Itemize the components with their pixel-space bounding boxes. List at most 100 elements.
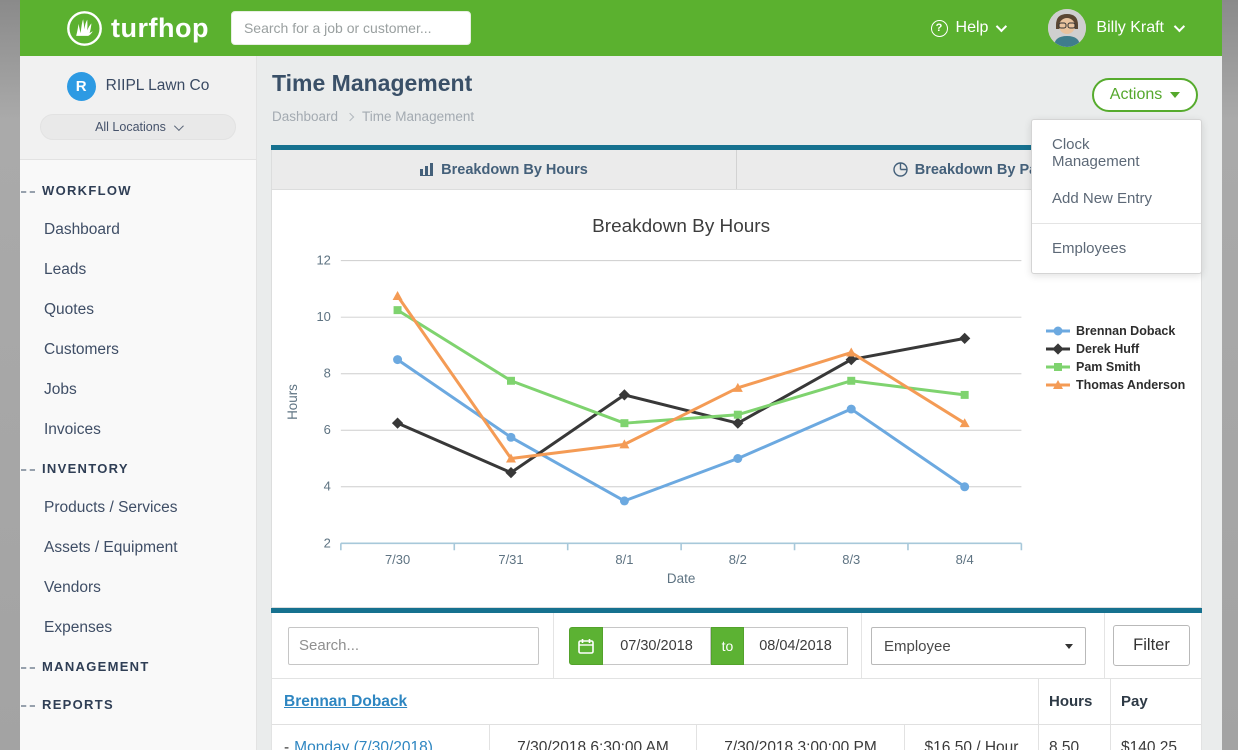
legend-item-pam-smith[interactable]: Pam Smith	[1046, 358, 1185, 376]
date-to-label: to	[711, 627, 744, 665]
time-entries-table: Brennan Doback Hours Pay - Monday (7/30/…	[271, 679, 1202, 750]
org-name: RIIPL Lawn Co	[106, 77, 210, 95]
menu-divider	[1032, 223, 1201, 224]
section-dash-icon	[21, 191, 35, 193]
calendar-button[interactable]	[569, 627, 603, 665]
sidebar-item-assets-equipment[interactable]: Assets / Equipment	[20, 528, 256, 568]
filter-button[interactable]: Filter	[1113, 625, 1190, 666]
sidebar-item-customers[interactable]: Customers	[20, 330, 256, 370]
sidebar-section-management[interactable]: MANAGEMENT	[20, 648, 256, 686]
triangle-marker-icon	[1046, 379, 1070, 391]
chevron-down-icon	[174, 121, 184, 131]
chevron-down-icon	[1174, 21, 1185, 32]
grass-logo-icon	[66, 10, 103, 47]
svg-text:7/30: 7/30	[385, 552, 410, 567]
avatar	[1048, 9, 1086, 47]
hours-cell: 8.50	[1038, 725, 1110, 750]
divider	[1104, 613, 1105, 678]
tab-breakdown-by-hours[interactable]: Breakdown By Hours	[272, 150, 736, 189]
user-menu[interactable]: Billy Kraft	[1048, 9, 1182, 47]
chart-legend: Brennan Doback Derek Huff Pam Smith Thomas …	[1046, 322, 1185, 394]
actions-button[interactable]: Actions	[1092, 78, 1198, 112]
sidebar-section-label: WORKFLOW	[42, 183, 132, 198]
sidebar-item-vendors[interactable]: Vendors	[20, 568, 256, 608]
chevron-right-icon	[346, 112, 354, 120]
top-navbar: turfhop ? Help	[20, 0, 1222, 56]
date-to-input[interactable]	[744, 627, 848, 665]
pie-chart-icon	[893, 162, 908, 177]
sidebar-item-invoices[interactable]: Invoices	[20, 410, 256, 450]
date-range-group: to	[569, 627, 848, 665]
clock-out-cell: 7/30/2018 3:00:00 PM	[696, 725, 904, 750]
global-search-input[interactable]	[231, 11, 471, 45]
sidebar-item-expenses[interactable]: Expenses	[20, 608, 256, 648]
pay-cell: $140.25	[1110, 725, 1203, 750]
menu-item-add-new-entry[interactable]: Add New Entry	[1032, 180, 1201, 217]
sidebar-item-jobs[interactable]: Jobs	[20, 370, 256, 410]
date-from-input[interactable]	[603, 627, 711, 665]
main-content: Time Management Dashboard Time Managemen…	[257, 56, 1222, 750]
sidebar-section-reports[interactable]: REPORTS	[20, 686, 256, 724]
legend-item-brennan-doback[interactable]: Brennan Doback	[1046, 322, 1185, 340]
table-search-input[interactable]	[288, 627, 539, 665]
column-header-hours: Hours	[1049, 693, 1092, 710]
employee-group-link[interactable]: Brennan Doback	[284, 693, 407, 711]
legend-label: Pam Smith	[1076, 360, 1141, 374]
svg-text:6: 6	[324, 422, 331, 437]
sidebar-item-quotes[interactable]: Quotes	[20, 290, 256, 330]
svg-text:8/3: 8/3	[842, 552, 860, 567]
rate-cell: $16.50 / Hour	[904, 725, 1038, 750]
tab-label: Breakdown By Hours	[441, 162, 588, 178]
select-caret-icon	[1065, 644, 1073, 649]
brand-logo[interactable]: turfhop	[66, 10, 209, 47]
sidebar-item-leads[interactable]: Leads	[20, 250, 256, 290]
sidebar: R RIIPL Lawn Co All Locations WORKFLOW Da…	[20, 56, 257, 750]
sidebar-section-label: MANAGEMENT	[42, 659, 150, 674]
sidebar-section-workflow[interactable]: WORKFLOW	[20, 172, 256, 210]
bar-chart-icon	[420, 163, 434, 176]
row-collapse-toggle[interactable]: -	[284, 739, 289, 750]
caret-down-icon	[1170, 92, 1180, 98]
column-header-pay: Pay	[1121, 693, 1148, 710]
legend-item-thomas-anderson[interactable]: Thomas Anderson	[1046, 376, 1185, 394]
calendar-icon	[578, 638, 594, 654]
app-window: turfhop ? Help	[20, 0, 1222, 750]
locations-dropdown[interactable]: All Locations	[40, 114, 236, 140]
legend-label: Brennan Doback	[1076, 324, 1175, 338]
legend-label: Thomas Anderson	[1076, 378, 1185, 392]
help-menu[interactable]: ? Help	[931, 19, 1005, 37]
legend-label: Derek Huff	[1076, 342, 1139, 356]
section-dash-icon	[21, 705, 35, 707]
breadcrumb: Dashboard Time Management	[272, 109, 474, 124]
legend-item-derek-huff[interactable]: Derek Huff	[1046, 340, 1185, 358]
breadcrumb-dashboard[interactable]: Dashboard	[272, 109, 338, 124]
employee-select[interactable]: Employee	[871, 627, 1086, 665]
svg-text:8/1: 8/1	[615, 552, 633, 567]
svg-text:2: 2	[324, 535, 331, 550]
brand-name: turfhop	[111, 13, 209, 44]
svg-text:8/2: 8/2	[729, 552, 747, 567]
square-marker-icon	[1046, 361, 1070, 373]
svg-text:8: 8	[324, 366, 331, 381]
sidebar-item-dashboard[interactable]: Dashboard	[20, 210, 256, 250]
sidebar-section-inventory[interactable]: INVENTORY	[20, 450, 256, 488]
sidebar-section-label: REPORTS	[42, 697, 114, 712]
desktop-edge-right	[1222, 0, 1238, 750]
help-label: Help	[956, 19, 989, 37]
table-row: - Monday (7/30/2018) 7/30/2018 6:30:00 A…	[272, 725, 1201, 750]
menu-item-employees[interactable]: Employees	[1032, 230, 1201, 267]
sidebar-nav: WORKFLOW DashboardLeadsQuotesCustomersJob…	[20, 160, 256, 724]
svg-text:7/31: 7/31	[498, 552, 523, 567]
sidebar-org-block: R RIIPL Lawn Co All Locations	[20, 56, 256, 160]
locations-label: All Locations	[95, 120, 166, 134]
svg-text:8/4: 8/4	[956, 552, 974, 567]
sidebar-item-products-services[interactable]: Products / Services	[20, 488, 256, 528]
day-link[interactable]: Monday (7/30/2018)	[294, 739, 433, 750]
page-title: Time Management	[272, 70, 474, 97]
svg-text:12: 12	[316, 253, 330, 268]
breadcrumb-current: Time Management	[362, 109, 474, 124]
menu-item-clock-management[interactable]: Clock Management	[1032, 126, 1201, 180]
section-dash-icon	[21, 667, 35, 669]
svg-text:Date: Date	[667, 571, 695, 586]
clock-in-cell: 7/30/2018 6:30:00 AM	[489, 725, 696, 750]
